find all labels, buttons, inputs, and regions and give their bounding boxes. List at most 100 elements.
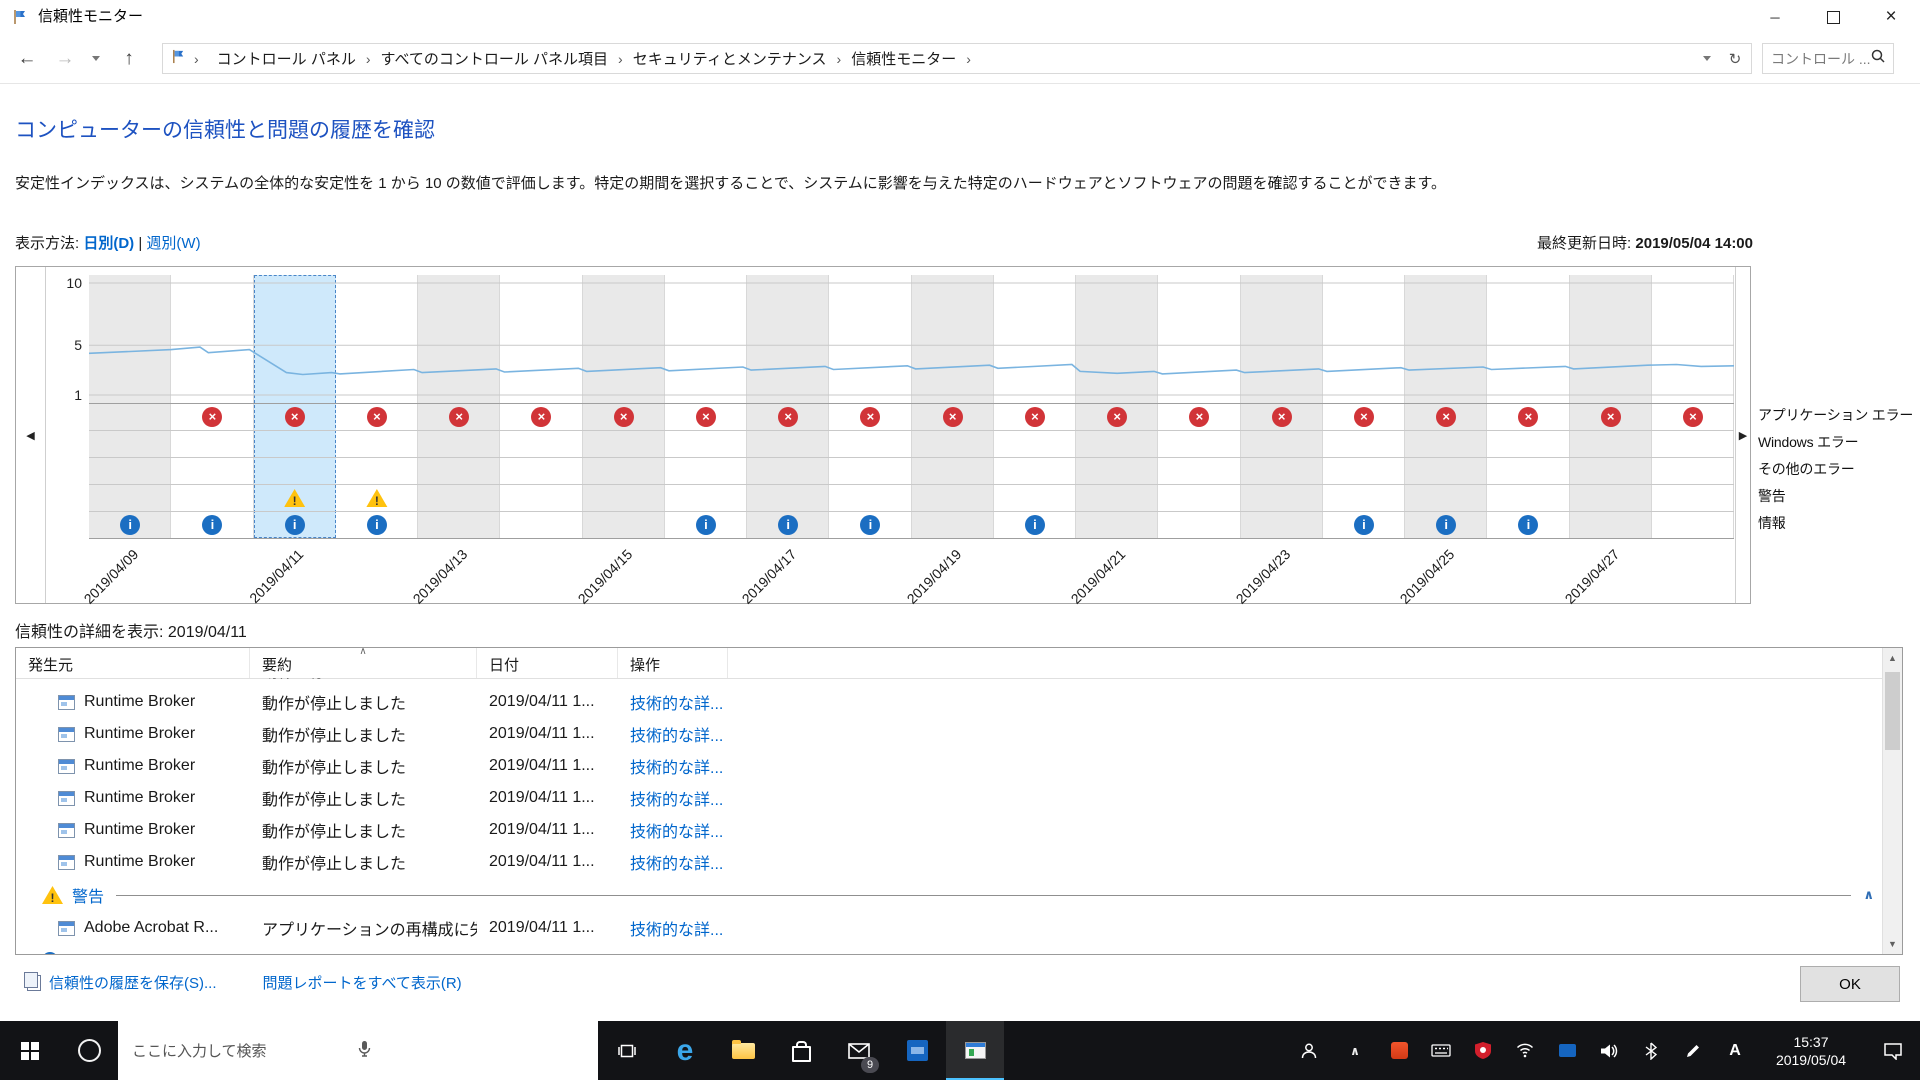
minimize-button[interactable]: ─ [1746, 0, 1804, 34]
refresh-button[interactable]: ↻ [1721, 45, 1749, 72]
tray-icon-shield[interactable] [1462, 1021, 1504, 1080]
back-button[interactable]: ← [10, 42, 44, 75]
chart-day-column[interactable] [829, 275, 912, 538]
action-link[interactable]: 技術的な詳... [618, 690, 728, 714]
chart-day-column[interactable] [665, 275, 747, 538]
scrollbar-down-arrow[interactable]: ▼ [1883, 934, 1902, 954]
taskbar-app-window[interactable] [888, 1021, 946, 1080]
taskbar-search-box[interactable]: ここに入力して検索 [118, 1021, 598, 1080]
table-row[interactable]: Runtime Broker 動作が停止しました 2019/04/11 1... 技術… [16, 782, 1882, 814]
taskbar-app-explorer[interactable] [714, 1021, 772, 1080]
cortana-button[interactable] [60, 1021, 118, 1080]
column-header[interactable]: 日付 [477, 648, 618, 678]
up-button[interactable]: ↑ [112, 42, 146, 75]
task-view-button[interactable] [598, 1021, 656, 1080]
table-row-partial [16, 944, 1882, 954]
breadcrumb-item[interactable]: コントロール パネル [215, 48, 358, 69]
start-button[interactable] [0, 1021, 60, 1080]
tray-icon-network[interactable] [1504, 1021, 1546, 1080]
tray-icon-pen[interactable] [1672, 1021, 1714, 1080]
address-bar[interactable]: › コントロール パネル › すべてのコントロール パネル項目 › セキュリティとメンテ… [162, 43, 1752, 74]
table-row[interactable]: Runtime Broker動作が停止しました2019/04/11 1...те… [16, 678, 1882, 686]
action-link[interactable]: технｉ [618, 678, 728, 682]
column-header-filler [728, 648, 1882, 678]
action-link[interactable]: 技術的な詳... [618, 722, 728, 746]
chart-day-column[interactable] [911, 275, 994, 538]
table-row[interactable]: Runtime Broker 動作が停止しました 2019/04/11 1... 技術… [16, 686, 1882, 718]
chart-day-column[interactable] [253, 275, 336, 538]
chart-scroll-right-button[interactable]: ▶ [1735, 267, 1750, 603]
search-input[interactable]: コントロール ... [1771, 49, 1871, 69]
taskbar-clock[interactable]: 15:37 2019/05/04 [1756, 1021, 1866, 1080]
breadcrumb-item[interactable]: 信頼性モニター [849, 48, 958, 69]
view-all-reports-link[interactable]: 問題レポートをすべて表示(R) [263, 972, 462, 993]
tray-icon-ime[interactable]: A [1714, 1021, 1756, 1080]
scrollbar-up-arrow[interactable]: ▲ [1883, 648, 1902, 668]
taskbar-app-reliability-monitor[interactable] [946, 1021, 1004, 1080]
application-icon [58, 920, 75, 936]
tray-expand-button[interactable]: ∧ [1332, 1021, 1378, 1080]
people-button[interactable] [1286, 1021, 1332, 1080]
chart-day-column[interactable] [1487, 275, 1570, 538]
control-panel-search-box[interactable]: コントロール ... [1762, 43, 1894, 74]
group-header-row[interactable]: ! 警告 ∧ [16, 878, 1882, 912]
microphone-icon[interactable] [358, 1040, 584, 1061]
chart-day-column[interactable] [336, 275, 418, 538]
column-header[interactable]: 操作 [618, 648, 728, 678]
chart-day-column[interactable] [1076, 275, 1159, 538]
vertical-scrollbar[interactable]: ▲ ▼ [1882, 648, 1902, 954]
view-daily-link[interactable]: 日別(D) [83, 235, 134, 252]
breadcrumb-item[interactable]: セキュリティとメンテナンス [631, 48, 829, 69]
close-button[interactable]: × [1862, 0, 1920, 34]
action-link[interactable]: 技術的な詳... [618, 754, 728, 778]
chart-day-column[interactable] [747, 275, 830, 538]
chart-day-column[interactable] [1323, 275, 1405, 538]
chart-day-column[interactable] [418, 275, 501, 538]
collapse-chevron-icon[interactable]: ∧ [1863, 887, 1874, 903]
address-dropdown-button[interactable] [1693, 45, 1721, 72]
tray-icon-bluetooth[interactable] [1630, 1021, 1672, 1080]
chart-day-column[interactable] [500, 275, 583, 538]
chart-day-column[interactable] [1405, 275, 1488, 538]
save-history-link[interactable]: 信頼性の履歴を保存(S)... [24, 971, 217, 993]
action-link[interactable]: 技術的な詳... [618, 850, 728, 874]
action-link[interactable]: 技術的な詳... [618, 818, 728, 842]
history-dropdown-button[interactable] [86, 42, 106, 75]
chart-day-column[interactable] [1158, 275, 1241, 538]
chart-day-column[interactable] [582, 275, 665, 538]
view-weekly-link[interactable]: 週別(W) [146, 235, 200, 252]
action-link[interactable]: 技術的な詳... [618, 916, 728, 940]
taskbar-app-store[interactable] [772, 1021, 830, 1080]
date-cell: 2019/04/11 1... [489, 693, 595, 710]
tray-icon-volume[interactable] [1588, 1021, 1630, 1080]
chart-day-column[interactable] [171, 275, 254, 538]
chart-day-column[interactable] [1569, 275, 1652, 538]
table-row[interactable]: Adobe Acrobat R... アプリケーションの再構成に失... 2019/… [16, 912, 1882, 944]
scrollbar-thumb[interactable] [1885, 672, 1900, 750]
maximize-button[interactable] [1804, 0, 1862, 34]
table-row[interactable]: Runtime Broker 動作が停止しました 2019/04/11 1... 技術… [16, 846, 1882, 878]
tray-icon-app[interactable] [1378, 1021, 1420, 1080]
y-axis-tick-label: 10 [66, 275, 82, 291]
tray-icon-keyboard[interactable] [1420, 1021, 1462, 1080]
ok-button[interactable]: OK [1800, 966, 1900, 1002]
action-link[interactable]: 技術的な詳... [618, 786, 728, 810]
chart-day-column[interactable] [1652, 275, 1734, 538]
table-row[interactable]: Runtime Broker 動作が停止しました 2019/04/11 1... 技術… [16, 718, 1882, 750]
chart-day-column[interactable] [994, 275, 1076, 538]
column-header[interactable]: 要約 ∧ [250, 648, 477, 678]
date-cell: 2019/04/11 1... [489, 821, 595, 838]
chart-scroll-left-button[interactable]: ◀ [16, 267, 46, 603]
action-center-button[interactable] [1866, 1021, 1920, 1080]
tray-icon-display[interactable] [1546, 1021, 1588, 1080]
table-row[interactable]: Runtime Broker 動作が停止しました 2019/04/11 1... 技術… [16, 814, 1882, 846]
breadcrumb-item[interactable]: すべてのコントロール パネル項目 [379, 48, 611, 69]
table-row[interactable]: Runtime Broker 動作が停止しました 2019/04/11 1... 技術… [16, 750, 1882, 782]
chart-day-column[interactable] [1240, 275, 1323, 538]
forward-button[interactable]: → [48, 42, 82, 75]
column-header[interactable]: 発生元 [16, 648, 250, 678]
footer-links: 信頼性の履歴を保存(S)... 問題レポートをすべて表示(R) [24, 971, 462, 993]
chart-day-column[interactable] [89, 275, 172, 538]
taskbar-app-mail[interactable]: 9 [830, 1021, 888, 1080]
taskbar-app-edge[interactable]: e [656, 1021, 714, 1080]
